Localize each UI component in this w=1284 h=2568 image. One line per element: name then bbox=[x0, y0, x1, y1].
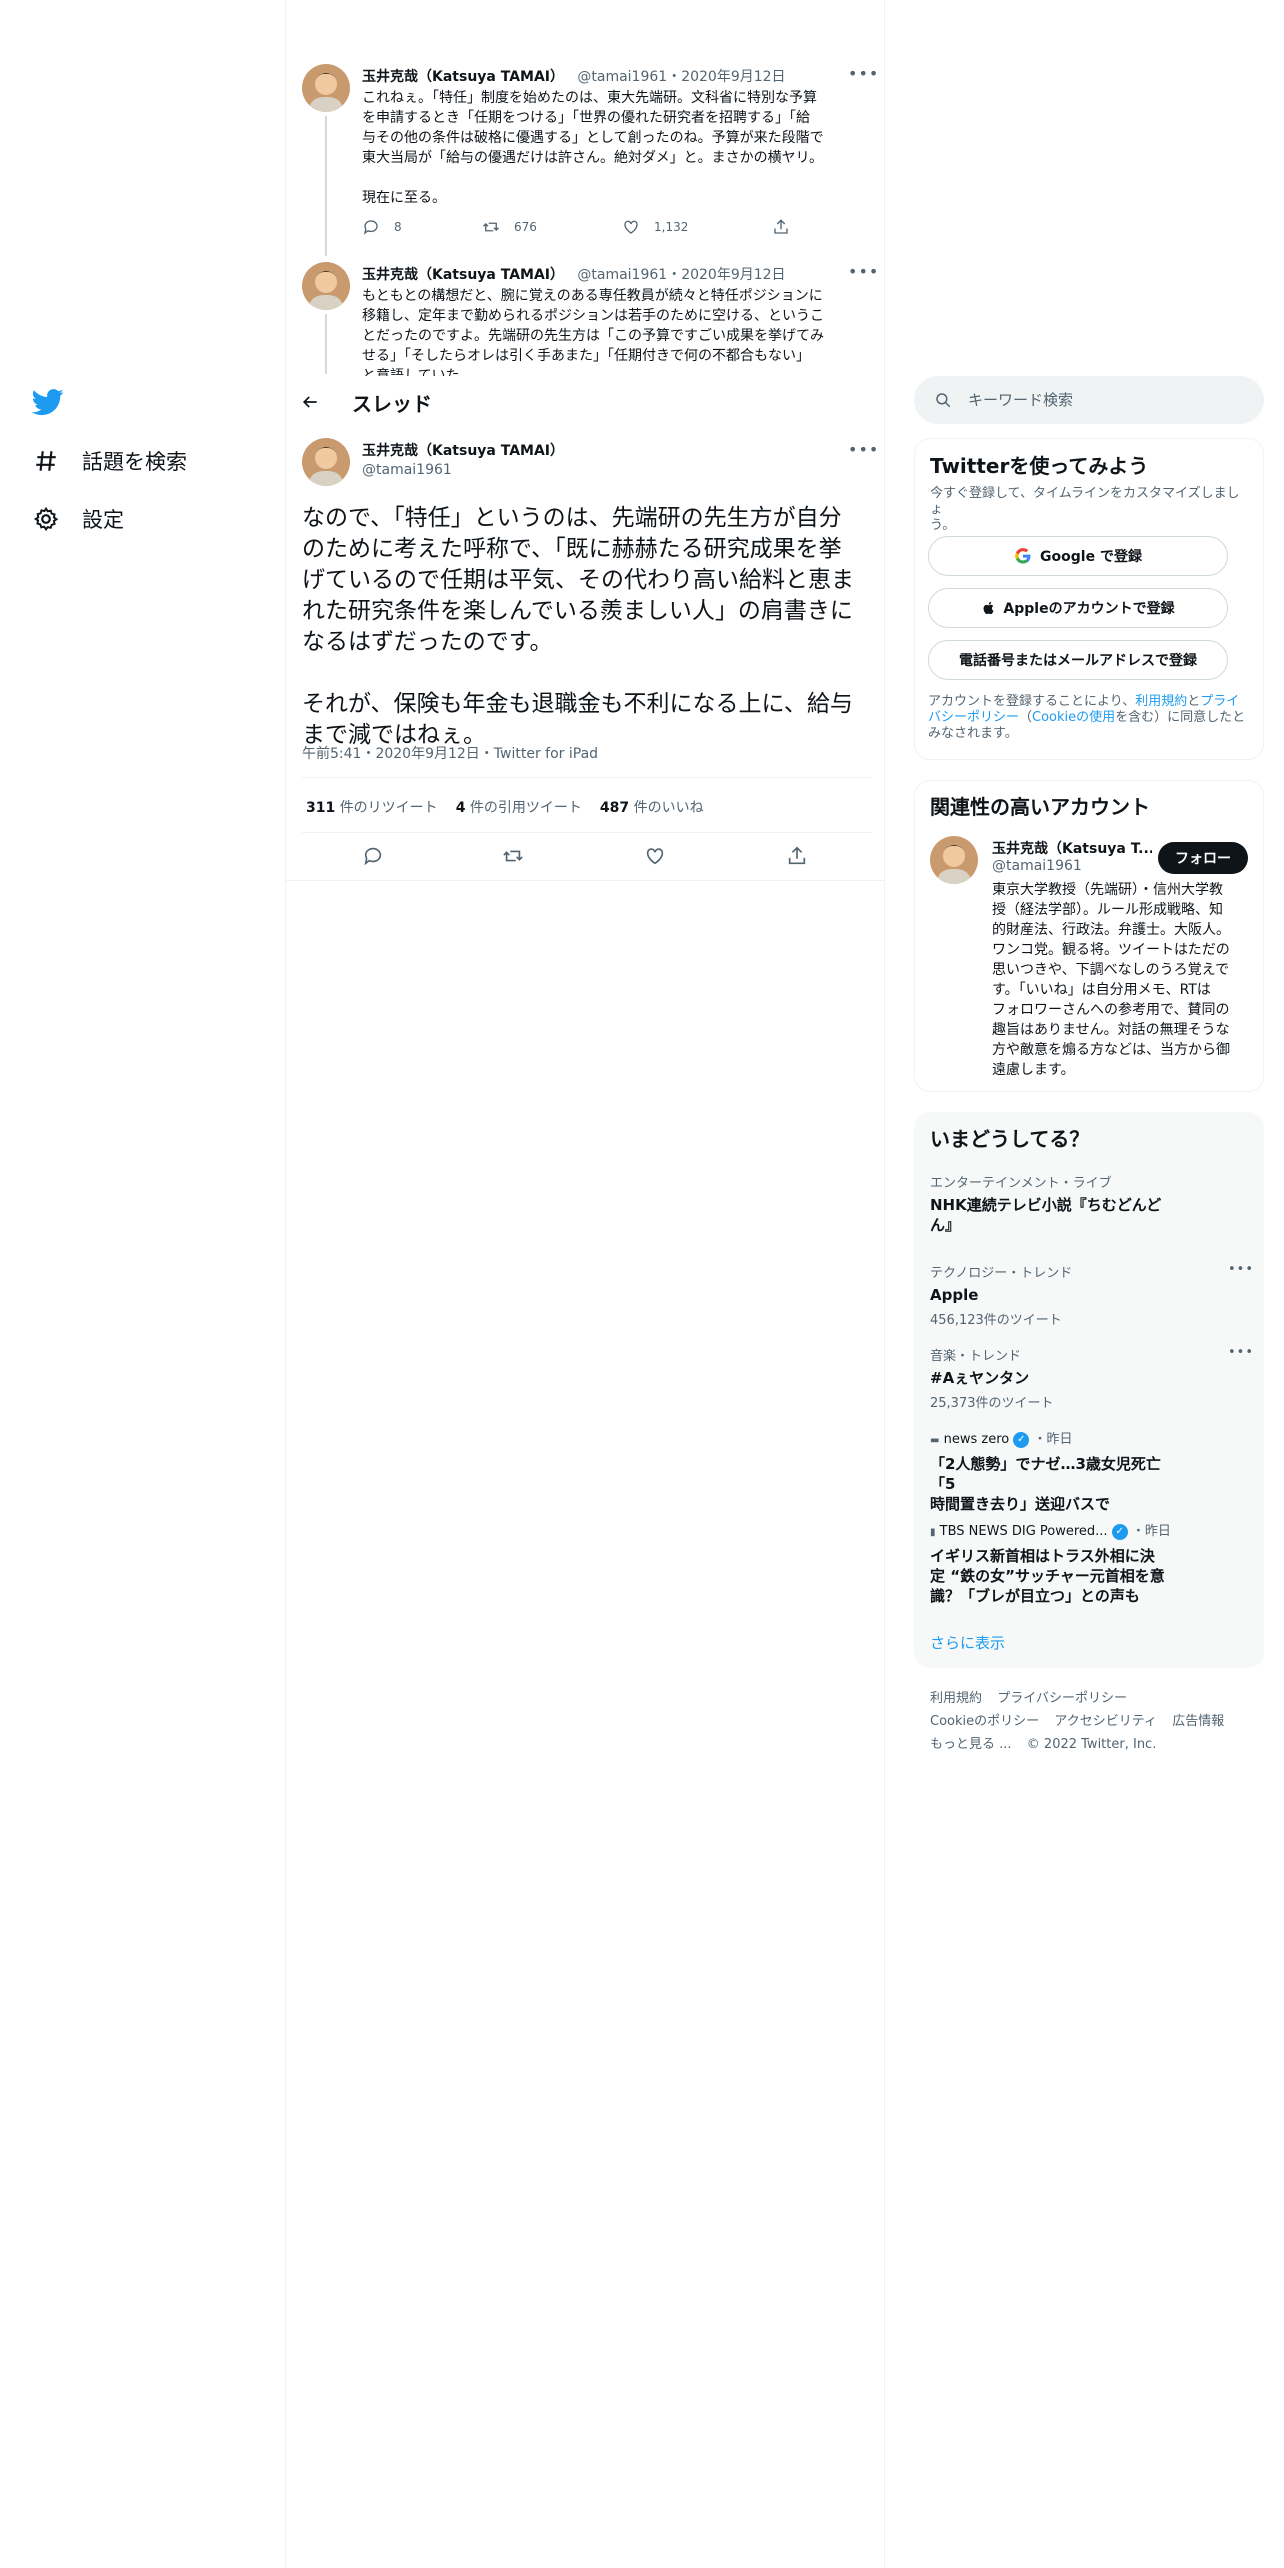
heart-icon bbox=[646, 848, 664, 865]
signup-terms: アカウントを登録することにより、利用規約とプライバシーポリシー（Cookieの使… bbox=[928, 694, 1246, 741]
tweet-text: なので、「特任」というのは、先端研の先生方が自分 のために考えた呼称で、「既に赫… bbox=[302, 505, 854, 748]
hashtag-icon bbox=[32, 447, 60, 475]
follow-button[interactable]: フォロー bbox=[1158, 842, 1248, 874]
related-account-handle[interactable]: @tamai1961 bbox=[992, 858, 1082, 874]
like-button[interactable] bbox=[644, 845, 666, 871]
google-icon bbox=[1015, 548, 1031, 564]
retweet-count-link[interactable]: 311 件のリツイート bbox=[306, 797, 438, 817]
tweet-text: これねぇ。「特任」制度を始めたのは、東大先端研。文科省に特別な予算 を申請すると… bbox=[362, 90, 824, 206]
divider bbox=[286, 880, 884, 881]
retweet-button[interactable]: 676 bbox=[482, 218, 622, 236]
search-input[interactable] bbox=[968, 391, 1228, 409]
signup-subtitle: 今すぐ登録して、タイムラインをカスタマイズしましょ う。 bbox=[930, 486, 1240, 533]
share-icon bbox=[774, 219, 788, 234]
phone-email-signup-button[interactable]: 電話番号またはメールアドレスで登録 bbox=[928, 640, 1228, 680]
author-name[interactable]: 玉井克哉（Katsuya TAMAI） bbox=[362, 267, 564, 283]
related-account-bio: 東京大学教授（先端研）・信州大学教 授（経法学部）。ルール形成戦略、知 的財産法… bbox=[992, 882, 1230, 1078]
page-title: スレッド bbox=[352, 391, 432, 416]
show-more-link[interactable]: さらに表示 bbox=[930, 1632, 1005, 1653]
twitter-logo-icon[interactable] bbox=[31, 386, 64, 418]
footer-accessibility-link[interactable]: アクセシビリティ bbox=[1054, 1714, 1157, 1729]
verified-badge-icon: ✓ bbox=[1013, 1431, 1030, 1448]
divider bbox=[302, 777, 872, 778]
reply-button[interactable] bbox=[362, 845, 384, 871]
trend-item[interactable]: エンターテインメント・ライブ NHK連続テレビ小説『ちむどんど ん』 bbox=[930, 1172, 1250, 1235]
tweet-actions: 8 676 1,132 bbox=[362, 218, 790, 236]
news-source-icon: ▬ bbox=[930, 1435, 940, 1446]
tweet-date[interactable]: 2020年9月12日 bbox=[681, 69, 785, 85]
tweet-date[interactable]: 2020年9月12日 bbox=[681, 267, 785, 283]
gear-icon bbox=[32, 505, 60, 533]
heart-icon bbox=[624, 220, 638, 234]
search-icon bbox=[934, 391, 952, 409]
footer-privacy-link[interactable]: プライバシーポリシー bbox=[997, 1691, 1127, 1706]
tweet-text: もともとの構想だと、腕に覚えのある専任教員が続々と特任ポジションに 移籍し、定年… bbox=[362, 288, 824, 376]
tweet-timestamp[interactable]: 午前5:41・2020年9月12日・Twitter for iPad bbox=[302, 743, 598, 763]
apple-icon bbox=[983, 601, 994, 615]
news-item[interactable]: ▮ TBS NEWS DIG Powered... ✓ ・昨日 イギリス新首相は… bbox=[930, 1520, 1171, 1606]
footer-links: 利用規約 プライバシーポリシー Cookieのポリシー アクセシビリティ 広告情… bbox=[930, 1686, 1250, 1755]
avatar[interactable] bbox=[302, 262, 350, 310]
column-divider-right bbox=[884, 0, 885, 2568]
apple-signup-button[interactable]: Appleのアカウントで登録 bbox=[928, 588, 1228, 628]
more-options-icon[interactable]: ••• bbox=[848, 262, 879, 281]
reply-button[interactable]: 8 bbox=[362, 218, 482, 236]
nav-settings[interactable]: 設定 bbox=[32, 499, 124, 539]
more-options-icon[interactable]: ••• bbox=[848, 64, 879, 83]
share-icon bbox=[788, 846, 806, 865]
avatar[interactable] bbox=[302, 438, 350, 486]
news-item[interactable]: ▬ news zero ✓ ・昨日 「2人態勢」でナゼ…3歳女児死亡「5 時間置… bbox=[930, 1428, 1170, 1514]
retweet-icon bbox=[503, 850, 523, 862]
footer-copyright: © 2022 Twitter, Inc. bbox=[1026, 1737, 1157, 1752]
like-button[interactable]: 1,132 bbox=[622, 218, 772, 236]
thread-header: スレッド bbox=[286, 378, 884, 426]
divider bbox=[302, 832, 872, 833]
author-handle[interactable]: @tamai1961 bbox=[577, 69, 667, 85]
google-signup-button[interactable]: Google で登録 bbox=[928, 536, 1228, 576]
news-source-icon: ▮ bbox=[930, 1527, 936, 1538]
reply-icon bbox=[364, 847, 382, 866]
signup-title: Twitterを使ってみよう bbox=[930, 454, 1149, 478]
share-button[interactable] bbox=[786, 845, 808, 871]
reply-icon bbox=[363, 220, 378, 235]
back-arrow-icon[interactable] bbox=[300, 392, 320, 412]
like-count-link[interactable]: 487 件のいいね bbox=[600, 797, 704, 817]
thread-connector bbox=[325, 314, 327, 374]
author-handle[interactable]: @tamai1961 bbox=[362, 462, 452, 478]
author-name[interactable]: 玉井克哉（Katsuya TAMAI） bbox=[362, 440, 564, 460]
quote-count-link[interactable]: 4 件の引用ツイート bbox=[456, 797, 582, 817]
terms-link[interactable]: 利用規約 bbox=[1135, 694, 1187, 709]
footer-terms-link[interactable]: 利用規約 bbox=[930, 1691, 982, 1706]
retweet-icon bbox=[483, 222, 499, 232]
avatar[interactable] bbox=[930, 836, 978, 884]
more-options-icon[interactable]: ••• bbox=[1228, 1345, 1254, 1360]
retweet-button[interactable] bbox=[502, 845, 524, 871]
cookie-link[interactable]: Cookieの使用 bbox=[1032, 710, 1115, 725]
nav-explore[interactable]: 話題を検索 bbox=[32, 441, 187, 481]
footer-more-link[interactable]: もっと見る ... bbox=[930, 1737, 1012, 1752]
author-name[interactable]: 玉井克哉（Katsuya TAMAI） bbox=[362, 69, 564, 85]
trends-title: いまどうしてる？ bbox=[930, 1127, 1090, 1151]
avatar[interactable] bbox=[302, 64, 350, 112]
nav-explore-label: 話題を検索 bbox=[82, 450, 187, 474]
more-options-icon[interactable]: ••• bbox=[848, 440, 879, 459]
trend-item[interactable]: 音楽・トレンド #Aぇヤンタン 25,373件のツイート bbox=[930, 1345, 1250, 1411]
more-options-icon[interactable]: ••• bbox=[1228, 1262, 1254, 1277]
footer-ads-link[interactable]: 広告情報 bbox=[1172, 1714, 1224, 1729]
thread-connector bbox=[325, 116, 327, 256]
verified-badge-icon: ✓ bbox=[1111, 1523, 1128, 1540]
footer-cookie-link[interactable]: Cookieのポリシー bbox=[930, 1714, 1039, 1729]
tweet-header: 玉井克哉（Katsuya TAMAI） @tamai1961・2020年9月12… bbox=[362, 69, 786, 85]
related-title: 関連性の高いアカウント bbox=[930, 795, 1150, 819]
trend-item[interactable]: テクノロジー・トレンド Apple 456,123件のツイート bbox=[930, 1262, 1250, 1328]
tweet-header: 玉井克哉（Katsuya TAMAI） @tamai1961・2020年9月12… bbox=[362, 267, 786, 283]
nav-settings-label: 設定 bbox=[82, 508, 124, 532]
search-bar bbox=[914, 376, 1264, 424]
tweet-stats: 311 件のリツイート 4 件の引用ツイート 487 件のいいね bbox=[306, 797, 704, 817]
related-account-name[interactable]: 玉井克哉（Katsuya T... bbox=[992, 838, 1152, 858]
share-button[interactable] bbox=[772, 218, 790, 236]
author-handle[interactable]: @tamai1961 bbox=[577, 267, 667, 283]
